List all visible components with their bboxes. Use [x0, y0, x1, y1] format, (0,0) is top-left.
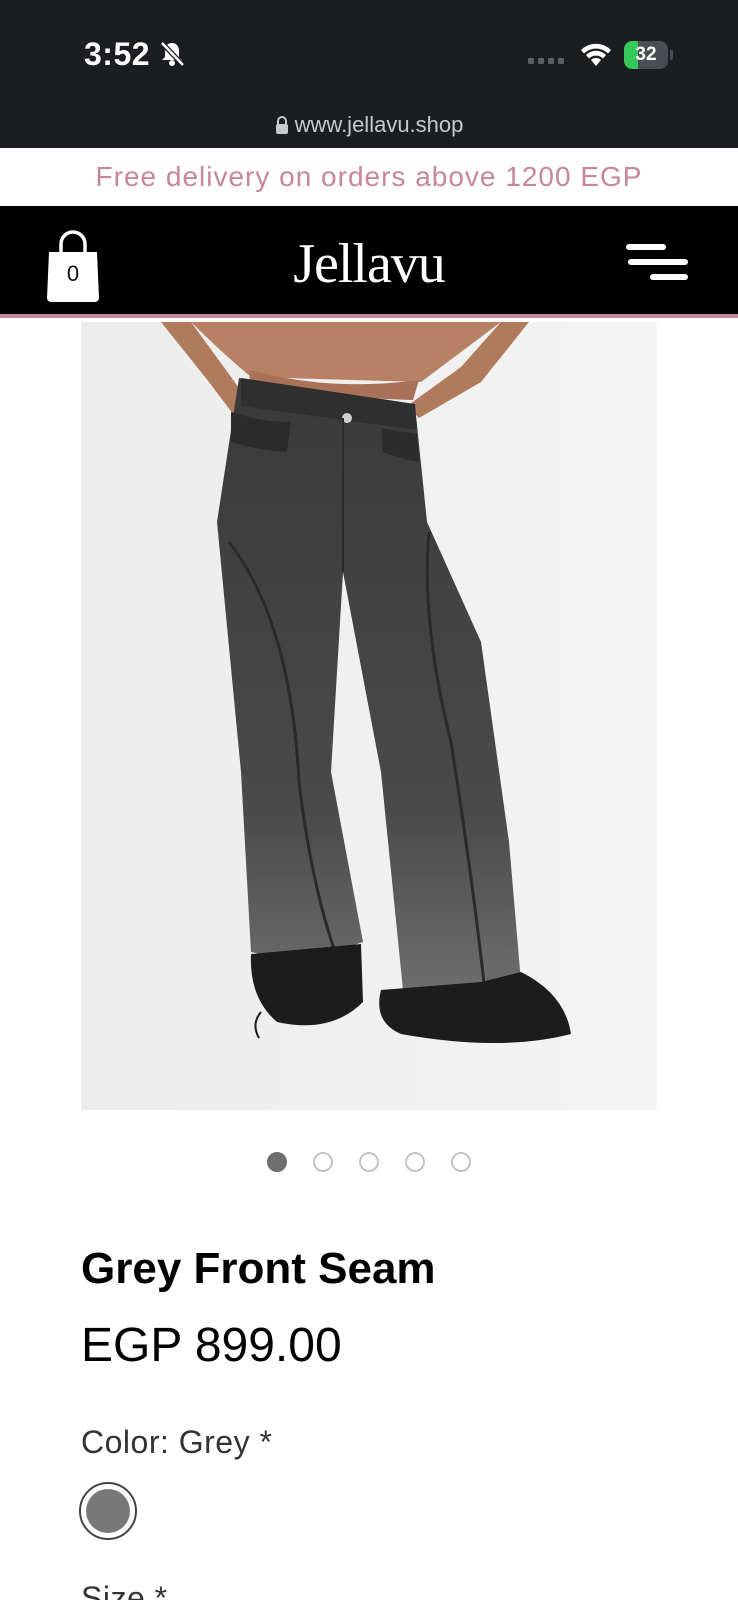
product-image[interactable] — [81, 322, 657, 1110]
jeans-photo — [81, 322, 657, 1110]
battery-percent: 32 — [635, 44, 657, 65]
wifi-icon — [581, 43, 611, 66]
promo-banner: Free delivery on orders above 1200 EGP — [0, 148, 738, 206]
color-swatch-grey[interactable] — [79, 1482, 137, 1540]
site-header: 0 Jellavu — [0, 206, 738, 318]
bell-slash-icon — [160, 41, 185, 67]
gallery-dot-2[interactable] — [313, 1152, 333, 1172]
size-label: Size * — [81, 1580, 168, 1600]
url-text: www.jellavu.shop — [294, 112, 464, 137]
status-bar: 3:52 32 www.jellavu.shop — [0, 0, 738, 148]
battery-icon: 32 — [624, 41, 673, 69]
gallery-dot-3[interactable] — [359, 1152, 379, 1172]
product-title: Grey Front Seam — [81, 1244, 436, 1293]
gallery-dot-5[interactable] — [451, 1152, 471, 1172]
status-time: 3:52 — [84, 36, 151, 72]
gallery-pagination — [0, 1152, 738, 1172]
gallery-dot-1[interactable] — [267, 1152, 287, 1172]
promo-text: Free delivery on orders above 1200 EGP — [95, 161, 643, 192]
color-label: Color: Grey * — [81, 1424, 273, 1460]
signal-icon — [528, 58, 564, 64]
menu-icon[interactable] — [626, 236, 688, 288]
lock-icon — [275, 116, 288, 134]
address-bar[interactable]: www.jellavu.shop — [0, 112, 738, 138]
product-price: EGP 899.00 — [81, 1319, 342, 1372]
gallery-dot-4[interactable] — [405, 1152, 425, 1172]
